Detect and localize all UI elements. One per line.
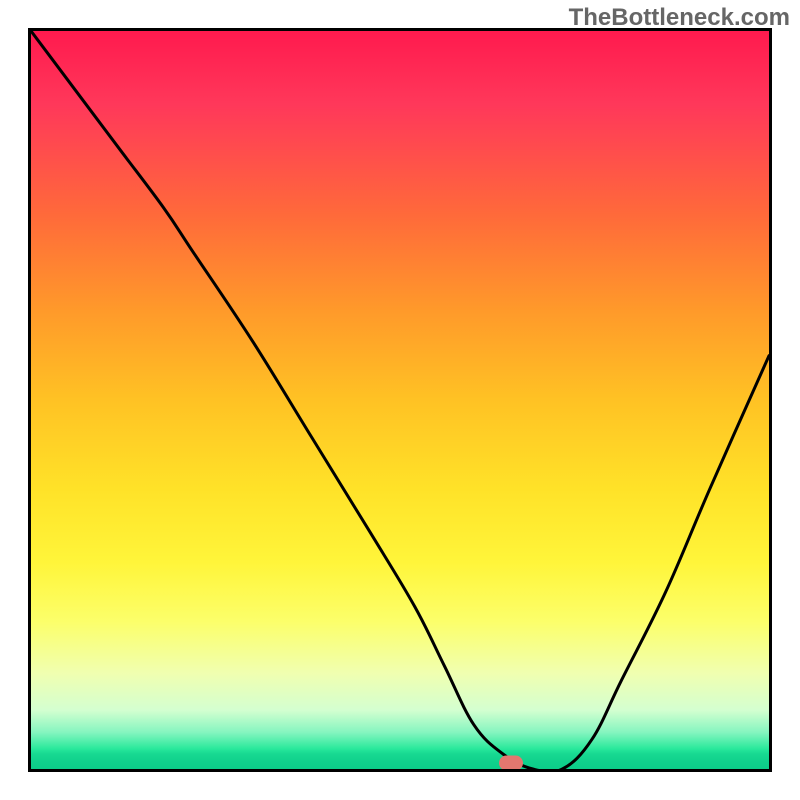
watermark-text: TheBottleneck.com: [569, 4, 790, 32]
optimum-marker: [499, 756, 523, 771]
chart-container: TheBottleneck.com: [0, 0, 800, 800]
plot-area: [28, 28, 772, 772]
bottleneck-curve: [31, 31, 769, 769]
